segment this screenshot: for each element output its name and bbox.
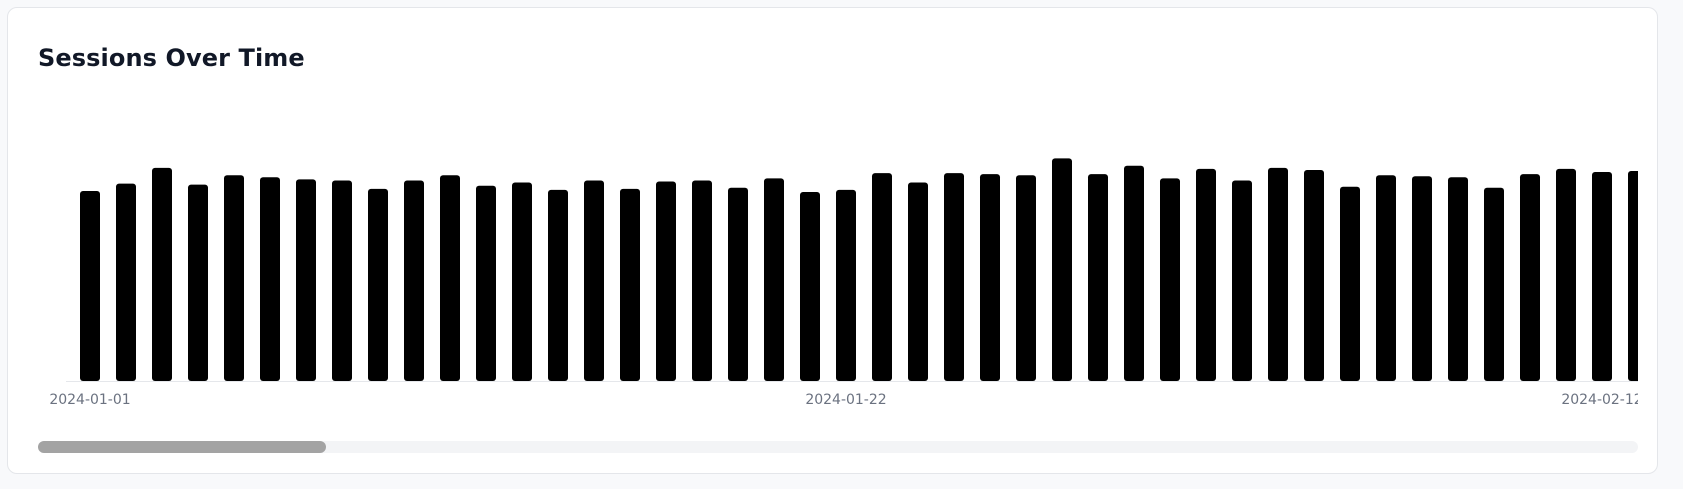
bar-2024-01-06[interactable] [260,177,280,381]
chart-scrollbar-track[interactable] [38,441,1638,453]
bar-2024-01-22[interactable] [836,189,856,381]
bar-2024-01-19[interactable] [728,187,748,381]
bar-2024-02-01[interactable] [1196,168,1216,381]
x-tick-label-0: 2024-01-01 [49,392,130,408]
bar-2024-02-09[interactable] [1484,187,1504,381]
chart-viewport[interactable]: 2024-01-01 2024-01-22 2024-02-12 [38,108,1638,428]
bar-2024-01-27[interactable] [1016,175,1036,381]
bar-2024-01-11[interactable] [440,175,460,381]
x-tick-label-2: 2024-02-12 [1561,392,1638,408]
bar-2024-02-03[interactable] [1268,167,1288,381]
bar-2024-02-07[interactable] [1412,176,1432,381]
bar-2024-01-20[interactable] [764,178,784,381]
bar-2024-01-07[interactable] [296,179,316,381]
bar-2024-01-13[interactable] [512,182,532,381]
bar-2024-01-31[interactable] [1160,178,1180,381]
bar-2024-02-12[interactable] [1592,172,1612,381]
bar-2024-01-28[interactable] [1052,158,1072,381]
bar-2024-02-05[interactable] [1340,186,1360,381]
bar-2024-02-08[interactable] [1448,177,1468,381]
bar-2024-02-02[interactable] [1232,180,1252,381]
bar-2024-01-24[interactable] [908,182,928,381]
bar-chart: 2024-01-01 2024-01-22 2024-02-12 [49,158,1638,408]
bar-2024-02-06[interactable] [1376,175,1396,381]
bar-2024-01-12[interactable] [476,185,496,381]
x-tick-label-1: 2024-01-22 [805,392,886,408]
bar-2024-01-25[interactable] [944,173,964,381]
bar-2024-01-05[interactable] [224,175,244,381]
bar-2024-01-03[interactable] [152,167,172,381]
bar-2024-01-01[interactable] [80,190,100,381]
bar-2024-02-13[interactable] [1628,171,1638,381]
bar-2024-01-02[interactable] [116,183,136,381]
bar-2024-01-21[interactable] [800,192,820,381]
bar-2024-01-10[interactable] [404,180,424,381]
bar-2024-02-04[interactable] [1304,169,1324,381]
bar-2024-01-15[interactable] [584,180,604,381]
chart-scrollbar-thumb[interactable] [38,441,326,453]
bar-2024-01-14[interactable] [548,189,568,381]
bar-2024-01-23[interactable] [872,173,892,381]
bar-2024-01-09[interactable] [368,188,388,381]
bar-2024-02-11[interactable] [1556,168,1576,381]
bar-2024-02-10[interactable] [1520,174,1540,381]
chart-card: Sessions Over Time 2024-01-01 2024-01-22 2… [7,7,1658,474]
chart-title: Sessions Over Time [38,44,305,72]
bar-2024-01-29[interactable] [1088,174,1108,381]
bar-2024-01-04[interactable] [188,184,208,381]
bar-2024-01-30[interactable] [1124,165,1144,381]
bar-2024-01-17[interactable] [656,181,676,382]
bar-2024-01-16[interactable] [620,188,640,381]
bar-2024-01-18[interactable] [692,180,712,381]
bar-2024-01-26[interactable] [980,174,1000,381]
bar-2024-01-08[interactable] [332,180,352,381]
